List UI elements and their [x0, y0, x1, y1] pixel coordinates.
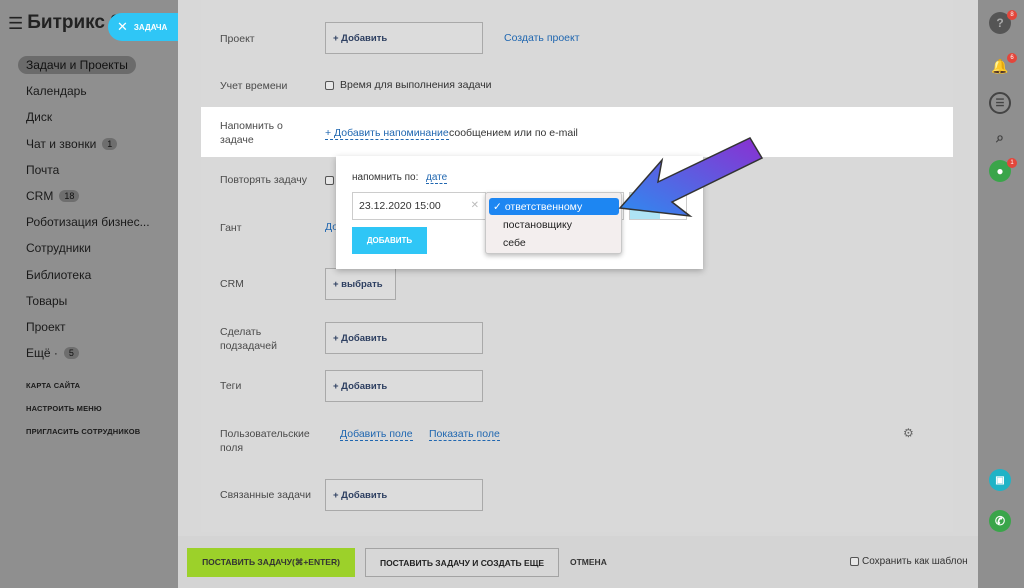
reminder-row: Напомнить о задаче + Добавить напоминани…: [201, 107, 953, 157]
related-tasks-add-button[interactable]: + Добавить: [325, 479, 483, 511]
subtask-label-line2: подзадачей: [220, 340, 277, 352]
sitemap-link[interactable]: КАРТА САЙТА: [26, 381, 80, 390]
submit-and-create-button[interactable]: ПОСТАВИТЬ ЗАДАЧУ И СОЗДАТЬ ЕЩЕ: [365, 548, 559, 577]
repeat-checkbox[interactable]: [325, 175, 334, 185]
save-template-label: Сохранить как шаблон: [862, 556, 968, 567]
userfields-label-line2: поля: [220, 442, 244, 454]
right-rail: ? 8 🔔 6 ☰ ⌕ ● 1 ▣ ✆: [978, 0, 1024, 588]
remind-by-label: напомнить по:: [352, 172, 419, 183]
check-icon: ✓: [493, 200, 502, 213]
time-tracking-checkbox-label: Время для выполнения задачи: [340, 79, 492, 91]
submit-task-button[interactable]: ПОСТАВИТЬ ЗАДАЧУ(⌘+ENTER): [187, 548, 355, 577]
user-badge: 1: [1007, 158, 1017, 168]
clear-icon[interactable]: ✕: [471, 200, 479, 211]
sidebar-item-label: Сотрудники: [26, 241, 91, 256]
sidebar-nav: Задачи и Проекты Календарь Диск Чат и зв…: [18, 52, 176, 366]
widget-icon[interactable]: ▣: [989, 469, 1011, 491]
invite-employees-link[interactable]: ПРИГЛАСИТЬ СОТРУДНИКОВ: [26, 427, 140, 436]
sidebar-item-label: Чат и звонки: [26, 136, 97, 151]
related-tasks-label: Связанные задачи: [220, 489, 312, 501]
create-project-link[interactable]: Создать проект: [504, 32, 580, 44]
left-sidebar: ☰ Битрикс 2 Задачи и Проекты Календарь Д…: [0, 0, 178, 588]
sidebar-item-label: Календарь: [26, 84, 87, 99]
sidebar-item-tasks[interactable]: Задачи и Проекты: [18, 52, 176, 78]
sidebar-item-label: Товары: [26, 293, 68, 308]
sidebar-item-crm[interactable]: CRM 18: [18, 183, 176, 209]
dropdown-option-self[interactable]: себе: [489, 234, 619, 251]
hamburger-icon[interactable]: ☰: [8, 15, 23, 32]
logo-row: ☰ Битрикс 2: [8, 12, 121, 34]
configure-menu-link[interactable]: НАСТРОИТЬ МЕНЮ: [26, 404, 102, 413]
userfields-label-line1: Пользовательские: [220, 428, 310, 440]
footer-bar: ПОСТАВИТЬ ЗАДАЧУ(⌘+ENTER) ПОСТАВИТЬ ЗАДА…: [178, 536, 978, 588]
project-label: Проект: [220, 33, 255, 45]
crm-select-button[interactable]: + выбрать: [325, 268, 396, 300]
sidebar-item-project[interactable]: Проект: [18, 314, 176, 340]
remind-by-selector[interactable]: дате: [426, 172, 448, 184]
reminder-datetime-input[interactable]: 23.12.2020 15:00 ✕: [352, 192, 486, 220]
sidebar-item-disk[interactable]: Диск: [18, 104, 176, 130]
task-tab-label: ЗАДАЧА: [133, 22, 168, 32]
gantt-label: Гант: [220, 222, 242, 234]
sidebar-item-label: CRM: [26, 189, 54, 204]
add-reminder-link[interactable]: + Добавить напоминание: [325, 127, 449, 140]
notification-badge: 6: [1007, 53, 1017, 63]
arrow-annotation: [618, 137, 764, 218]
reminder-label-line1: Напомнить о: [220, 120, 283, 132]
reminder-label-line2: задаче: [220, 134, 254, 146]
repeat-task-label: Повторять задачу: [220, 174, 307, 186]
phone-icon[interactable]: ✆: [989, 510, 1011, 532]
sidebar-item-chat[interactable]: Чат и звонки 1: [18, 131, 176, 157]
counter-badge: 5: [63, 347, 79, 360]
gear-icon[interactable]: ⚙: [903, 426, 914, 440]
crm-label: CRM: [220, 278, 244, 290]
reminder-datetime-value: 23.12.2020 15:00: [359, 200, 441, 212]
subtask-label-line1: Сделать: [220, 326, 262, 338]
sidebar-item-label: Ещё ·: [26, 346, 58, 361]
counter-badge: 18: [59, 190, 80, 203]
time-tracking-option[interactable]: Время для выполнения задачи: [325, 79, 492, 91]
sidebar-item-label: Задачи и Проекты: [18, 56, 136, 75]
chat-icon[interactable]: ☰: [989, 92, 1011, 114]
sidebar-item-label: Проект: [26, 319, 66, 334]
sidebar-item-calendar[interactable]: Календарь: [18, 78, 176, 104]
popup-add-button[interactable]: ДОБАВИТЬ: [352, 227, 427, 254]
search-icon[interactable]: ⌕: [989, 126, 1011, 148]
time-tracking-label: Учет времени: [220, 80, 288, 92]
close-icon: ✕: [117, 19, 128, 34]
time-tracking-checkbox[interactable]: [325, 80, 334, 90]
tags-label: Теги: [220, 380, 242, 392]
subtask-add-button[interactable]: + Добавить: [325, 322, 483, 354]
counter-badge: 1: [102, 137, 118, 150]
show-field-link[interactable]: Показать поле: [429, 428, 500, 441]
sidebar-item-employees[interactable]: Сотрудники: [18, 235, 176, 261]
sidebar-item-label: Почта: [26, 162, 60, 177]
sidebar-item-library[interactable]: Библиотека: [18, 262, 176, 288]
task-close-tab[interactable]: ✕ ЗАДАЧА: [108, 13, 178, 41]
cancel-button[interactable]: ОТМЕНА: [570, 557, 607, 567]
sidebar-item-products[interactable]: Товары: [18, 288, 176, 314]
screen: ☰ Битрикс 2 Задачи и Проекты Календарь Д…: [0, 0, 1024, 588]
app-logo[interactable]: Битрикс 2: [27, 12, 121, 34]
sidebar-item-mail[interactable]: Почта: [18, 157, 176, 183]
save-template-checkbox[interactable]: [850, 556, 859, 566]
project-add-button[interactable]: + Добавить: [325, 22, 483, 54]
sidebar-item-label: Диск: [26, 110, 53, 125]
sidebar-item-automation[interactable]: Роботизация бизнес...: [18, 209, 176, 235]
add-field-link[interactable]: Добавить поле: [340, 428, 413, 441]
help-badge: 8: [1007, 10, 1017, 20]
reminder-description: сообщением или по e-mail: [449, 127, 578, 139]
sidebar-item-label: Роботизация бизнес...: [26, 215, 150, 230]
tags-add-button[interactable]: + Добавить: [325, 370, 483, 402]
save-template-option[interactable]: Сохранить как шаблон: [850, 556, 968, 567]
arrow-shape: [618, 137, 764, 218]
sidebar-item-label: Библиотека: [26, 267, 92, 282]
sidebar-item-more[interactable]: Ещё · 5: [18, 340, 176, 366]
